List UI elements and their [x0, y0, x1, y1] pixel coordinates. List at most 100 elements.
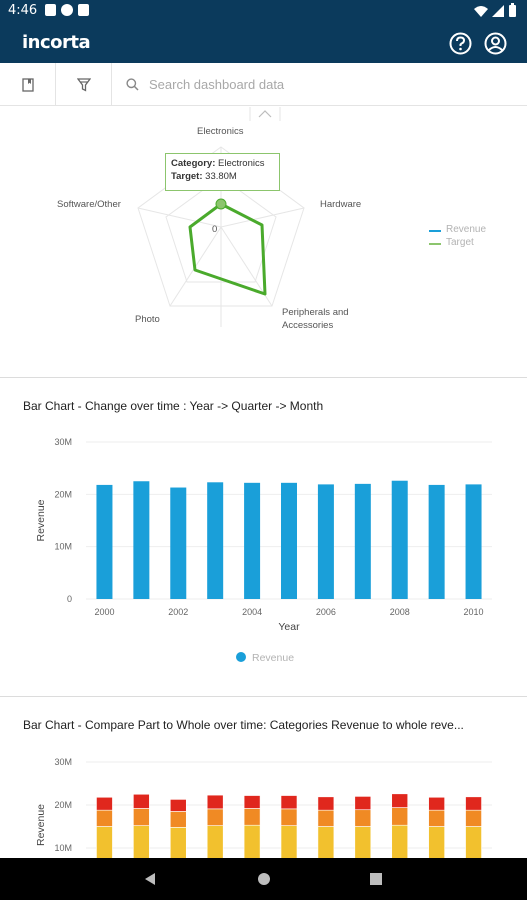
- stacked-bar-segment: [133, 825, 150, 858]
- y-tick-label: 20M: [54, 489, 72, 499]
- notification-icons: [45, 4, 89, 18]
- bar: [317, 484, 334, 599]
- stacked-bar-segment: [243, 795, 261, 809]
- stacked-bar-segment: [428, 796, 445, 811]
- stacked-bar-segment: [317, 826, 335, 858]
- stacked-bar-segment: [280, 825, 298, 858]
- stacked-bar-segment: [391, 807, 409, 826]
- bookmark-icon: [21, 77, 34, 92]
- filter-icon: [76, 77, 91, 92]
- app-bar: incorta: [0, 22, 527, 63]
- stacked-bar-segment: [243, 824, 261, 858]
- legend-swatch: [236, 652, 246, 662]
- help-icon[interactable]: [449, 32, 472, 55]
- x-tick-label: 2006: [316, 607, 336, 617]
- stacked-bar-segment: [465, 796, 482, 811]
- y-axis-title: Revenue: [35, 499, 47, 541]
- bar: [354, 483, 371, 599]
- search-bar[interactable]: Search dashboard data: [112, 63, 527, 106]
- x-tick-label: 2000: [94, 607, 114, 617]
- radar-axis-label: Photo: [135, 314, 160, 325]
- x-tick-label: 2004: [242, 607, 262, 617]
- legend-label: Revenue: [252, 652, 294, 664]
- stacked-bar-segment: [391, 793, 409, 808]
- sd-card-icon: [78, 4, 89, 16]
- stacked-bar-segment: [354, 826, 372, 858]
- stacked-bar-segment: [243, 808, 261, 826]
- collapse-chevron-icon: [258, 110, 272, 118]
- y-axis-title: Revenue: [35, 804, 47, 846]
- dashboard-toolbar: Search dashboard data: [0, 63, 527, 106]
- stacked-bar-segment: [354, 796, 372, 811]
- stacked-bar-segment: [206, 825, 224, 858]
- bar: [391, 480, 408, 599]
- stacked-bar-segment: [428, 826, 445, 858]
- bar: [428, 484, 445, 599]
- stacked-bar-segment: [169, 811, 187, 828]
- stacked-bar-segment: [391, 824, 409, 858]
- radar-axis-label: Electronics: [197, 126, 244, 137]
- filter-button[interactable]: [56, 63, 112, 106]
- bar: [207, 482, 224, 599]
- x-axis-title: Year: [278, 621, 300, 633]
- stacked-bar-segment: [96, 809, 113, 827]
- status-time: 4:46: [8, 3, 38, 18]
- bar: [281, 482, 297, 599]
- bar: [96, 484, 113, 599]
- stacked-bar-segment: [317, 809, 335, 827]
- stacked-bar-chart: 10M 20M 30M Revenue: [35, 757, 492, 858]
- y-tick-label: 10M: [54, 542, 72, 552]
- chart-tooltip: Category: Electronics Target: 33.80M: [165, 153, 280, 191]
- recents-icon[interactable]: [370, 873, 382, 885]
- status-bar: 4:46: [0, 0, 527, 22]
- radar-highlight-point: [215, 198, 227, 210]
- wifi-icon: [474, 6, 488, 17]
- y-tick-label: 20M: [54, 800, 72, 810]
- stacked-bar-segment: [96, 796, 113, 811]
- stacked-bar-segment: [133, 808, 150, 826]
- y-tick-label: 0: [67, 594, 72, 604]
- radar-target-series: [188, 202, 267, 296]
- home-icon[interactable]: [258, 873, 270, 885]
- y-tick-label: 30M: [54, 757, 72, 767]
- stacked-bar-segment: [133, 793, 150, 809]
- legend-revenue[interactable]: Revenue: [446, 224, 486, 235]
- stacked-bar-segment: [206, 794, 224, 810]
- radar-chart-panel: Electronics Hardware Peripherals and Acc…: [0, 107, 527, 377]
- stacked-bar-segment: [465, 826, 482, 858]
- radar-axis-label: Hardware: [320, 199, 362, 210]
- bar: [465, 484, 482, 599]
- bar: [133, 481, 150, 599]
- signal-icon: [492, 5, 504, 17]
- stacked-bar-segment: [465, 809, 482, 827]
- stacked-bar-segment: [280, 795, 298, 810]
- stacked-bar-segment: [317, 796, 335, 811]
- stacked-bar-segment: [96, 826, 113, 858]
- bar: [244, 482, 261, 599]
- account-icon[interactable]: [484, 32, 507, 55]
- system-nav-bar: [0, 858, 527, 900]
- bar-chart: 0 10M 20M 30M 2000 2002 2004 2006 2008 2010 Year Re…: [35, 437, 492, 664]
- y-tick-label: 10M: [54, 843, 72, 853]
- search-input[interactable]: Search dashboard data: [149, 77, 284, 92]
- bookmark-button[interactable]: [0, 63, 56, 106]
- y-tick-label: 30M: [54, 437, 72, 447]
- radar-zero-label: 0: [212, 224, 218, 235]
- stacked-bar-segment: [169, 827, 187, 858]
- stacked-bar-chart-panel: Bar Chart - Compare Part to Whole over t…: [0, 697, 527, 858]
- x-tick-label: 2008: [390, 607, 410, 617]
- stacked-bar-segment: [428, 809, 445, 827]
- battery-icon: [509, 5, 516, 17]
- back-icon[interactable]: [145, 873, 155, 885]
- stacked-bar-segment: [206, 808, 224, 826]
- x-tick-label: 2002: [168, 607, 188, 617]
- legend-target[interactable]: Target: [446, 237, 474, 248]
- legend-swatch-target: [429, 243, 441, 245]
- bar-chart-panel: Bar Chart - Change over time : Year -> Q…: [0, 378, 527, 696]
- stacked-bar-segment: [354, 809, 372, 827]
- radar-axis-label: Software/Other: [57, 199, 121, 210]
- system-status-icons: [474, 3, 516, 17]
- notification-icon: [45, 4, 56, 16]
- search-icon: [126, 78, 139, 91]
- stacked-bar-segment: [169, 799, 187, 812]
